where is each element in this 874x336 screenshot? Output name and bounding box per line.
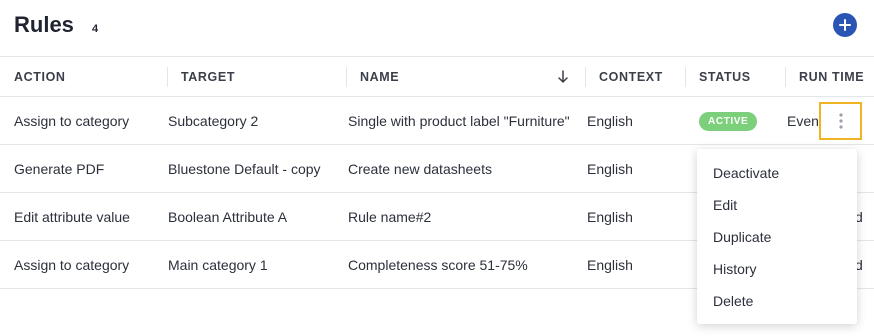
cell-name: Completeness score 51-75%	[348, 256, 528, 273]
column-header-context[interactable]: CONTEXT	[599, 57, 663, 97]
cell-name: Single with product label "Furniture"	[348, 112, 570, 129]
column-header-target[interactable]: TARGET	[181, 57, 235, 97]
column-divider	[346, 67, 347, 87]
cell-target: Main category 1	[168, 256, 268, 273]
menu-item-delete[interactable]: Delete	[713, 293, 753, 309]
page-title: Rules	[14, 12, 74, 37]
column-divider	[585, 67, 586, 87]
column-header-status[interactable]: STATUS	[699, 57, 751, 97]
cell-run-time: Even	[787, 112, 819, 129]
page-header: Rules 4	[0, 0, 874, 56]
rules-count-badge: 4	[92, 23, 99, 35]
column-header-action[interactable]: ACTION	[14, 57, 66, 97]
cell-action: Assign to category	[14, 112, 130, 129]
column-divider	[167, 67, 168, 87]
table-row[interactable]: Assign to category Subcategory 2 Single …	[0, 97, 874, 145]
column-divider	[785, 67, 786, 87]
menu-item-deactivate[interactable]: Deactivate	[713, 165, 779, 181]
table-header: ACTION TARGET NAME CONTEXT STATUS RUN TI…	[0, 56, 874, 97]
plus-circle-icon	[839, 19, 851, 31]
row-actions-menu: Deactivate Edit Duplicate History Delete	[697, 149, 857, 324]
cell-name: Create new datasheets	[348, 160, 492, 177]
column-header-run-time[interactable]: RUN TIME	[799, 57, 864, 97]
cell-action: Edit attribute value	[14, 208, 130, 225]
menu-item-duplicate[interactable]: Duplicate	[713, 229, 771, 245]
cell-context: English	[587, 256, 633, 273]
cell-context: English	[587, 208, 633, 225]
column-header-name[interactable]: NAME	[360, 57, 399, 97]
cell-action: Generate PDF	[14, 160, 105, 177]
menu-item-edit[interactable]: Edit	[713, 197, 737, 213]
arrow-down-icon[interactable]	[556, 68, 570, 86]
cell-action: Assign to category	[14, 256, 130, 273]
cell-name: Rule name#2	[348, 208, 432, 225]
column-divider	[685, 67, 686, 87]
menu-item-history[interactable]: History	[713, 261, 757, 277]
row-actions-button[interactable]	[819, 102, 862, 140]
status-badge: ACTIVE	[699, 112, 758, 131]
kebab-vertical-icon	[838, 113, 843, 129]
cell-context: English	[587, 160, 633, 177]
cell-target: Boolean Attribute A	[168, 208, 288, 225]
cell-context: English	[587, 112, 633, 129]
cell-target: Subcategory 2	[168, 112, 259, 129]
add-rule-button[interactable]	[833, 13, 857, 37]
cell-target: Bluestone Default - copy	[168, 160, 321, 177]
